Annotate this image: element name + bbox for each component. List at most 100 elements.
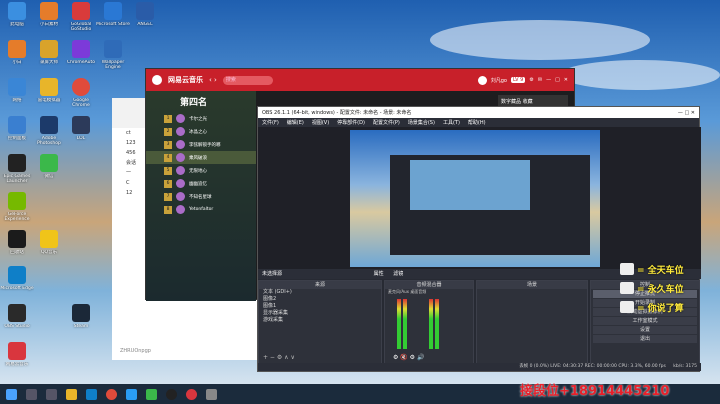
overlay-line: = 你说了算 <box>620 300 720 314</box>
start-icon[interactable] <box>6 388 17 400</box>
avatar <box>176 179 185 188</box>
add-remove-controls[interactable]: + − ⚙ ∧ ∨ <box>263 354 295 361</box>
explorer-icon[interactable] <box>66 388 77 400</box>
obs-status-bar: 丢帧 0 (0.0%) LIVE: 04:30:37 REC: 00:00:00… <box>258 363 701 371</box>
netease-icon[interactable] <box>186 388 197 400</box>
preview-capture <box>350 130 600 267</box>
desktop-icon[interactable]: 微信 <box>32 154 66 184</box>
obs-icon <box>8 304 26 322</box>
filters-button[interactable]: 滤镜 <box>393 271 403 277</box>
rank-row[interactable]: 8 Yetonfaltor <box>146 203 256 216</box>
desktop-icon[interactable]: 网络 <box>0 78 34 108</box>
chat-input[interactable]: ZHRUOnpgp <box>120 348 151 354</box>
epic-games-icon <box>8 154 26 172</box>
window-controls[interactable]: — □ ✕ <box>678 110 699 116</box>
menu-tools[interactable]: 工具(T) <box>443 119 460 126</box>
store-icon <box>104 2 122 20</box>
rank-row[interactable]: 5 无限地心 <box>146 164 256 177</box>
avatar[interactable] <box>477 75 487 85</box>
rank-row[interactable]: 7 不知名星球 <box>146 190 256 203</box>
app-icon <box>104 40 122 58</box>
settings-button[interactable]: 设置 <box>593 326 697 334</box>
desktop-icon[interactable]: 小白 <box>0 40 34 70</box>
menu-view[interactable]: 视图(V) <box>312 119 329 126</box>
desktop-icon[interactable]: 雷电模拟器 <box>32 78 66 108</box>
media-icon[interactable] <box>206 388 217 400</box>
rank-row[interactable]: 2 冰晶之心 <box>146 125 256 138</box>
menu-edit[interactable]: 编辑(E) <box>287 119 304 126</box>
desktop-icon[interactable]: 网易云音乐 <box>0 342 34 372</box>
folder-icon <box>40 230 58 248</box>
source-item[interactable]: 图像2 <box>259 296 381 303</box>
chrome-icon[interactable] <box>106 388 117 400</box>
obs-window[interactable]: OBS 26.1.1 (64-bit, windows) - 配置文件: 未命名… <box>257 106 701 372</box>
rank-row[interactable]: 6 幽幽追忆 <box>146 177 256 190</box>
menu-profile[interactable]: 配置文件(P) <box>373 119 400 126</box>
source-item[interactable]: 图像1 <box>259 303 381 310</box>
task-view-icon[interactable] <box>46 388 57 400</box>
rank-row[interactable]: 4 乘风破浪 <box>146 151 256 164</box>
desktop-icon[interactable]: Adobe Photoshop <box>32 116 66 146</box>
netease-titlebar: 网易云音乐 ‹ › 搜索 刘凡go LV 9 ⚙ ✉ — □ ✕ <box>146 69 574 91</box>
rank-row[interactable]: 1 卡尔之光 <box>146 112 256 125</box>
mail-icon[interactable]: ✉ <box>538 77 542 83</box>
search-input[interactable]: 搜索 <box>222 75 273 85</box>
minimize-icon[interactable]: — <box>546 77 551 83</box>
menu-scene-collection[interactable]: 场景集合(S) <box>408 119 435 126</box>
menu-help[interactable]: 帮助(H) <box>468 119 486 126</box>
status-text: 丢帧 0 (0.0%) LIVE: 04:30:37 REC: 00:00:00… <box>519 364 666 369</box>
desktop-icon[interactable]: OBS Studio <box>0 304 34 334</box>
car-icon <box>620 282 634 294</box>
overlay-line: = 全天车位 <box>620 262 720 276</box>
desktop-icon[interactable]: Steam <box>64 304 98 334</box>
app-icon <box>40 116 58 134</box>
edge-icon[interactable] <box>86 388 97 400</box>
desktop-icon[interactable]: ChromeAuto <box>64 40 98 70</box>
desktop-icon[interactable]: QQ音乐 <box>32 230 66 260</box>
obs-icon[interactable] <box>166 388 177 400</box>
wechat-icon[interactable] <box>146 388 157 400</box>
username[interactable]: 刘凡go <box>491 77 507 84</box>
back-icon[interactable]: ‹ › <box>209 76 217 84</box>
studio-mode-button[interactable]: 工作室模式 <box>593 317 697 325</box>
desktop-icon[interactable]: ANGEL <box>128 2 162 32</box>
desktop-icon[interactable]: Epic Games Launcher <box>0 154 34 184</box>
exit-button[interactable]: 退出 <box>593 335 697 343</box>
gear-icon[interactable]: ⚙ <box>529 77 533 83</box>
qq-icon[interactable] <box>126 388 137 400</box>
desktop-icon[interactable]: Wallpaper Engine <box>96 40 130 70</box>
panel-title: 来源 <box>259 281 381 289</box>
source-item[interactable]: 显示器采集 <box>259 310 381 317</box>
maximize-icon[interactable]: □ <box>555 77 560 83</box>
audio-meter <box>403 299 407 349</box>
mute-icons[interactable]: ⚙ 🔇 ⚙ 🔊 <box>393 354 424 361</box>
wallpaper-cloud <box>430 20 650 60</box>
obs-preview[interactable] <box>258 127 701 269</box>
rank-panel: 第四名 1 卡尔之光 2 冰晶之心 3 李弦解锁手的哪 4 乘风破浪 5 无限地心 6 幽幽… <box>146 91 256 301</box>
menu-docks[interactable]: 停靠部件(D) <box>337 119 365 126</box>
menu-file[interactable]: 文件(F) <box>262 119 279 126</box>
search-icon[interactable] <box>26 388 37 400</box>
desktop-icon[interactable]: 回收站 <box>0 230 34 260</box>
desktop-icon[interactable]: 此电脑 <box>0 2 34 32</box>
source-item[interactable]: 文本 (GDI+) <box>259 289 381 296</box>
desktop-icon[interactable]: GoGlobal GoStudio <box>64 2 98 32</box>
desktop-icon[interactable]: GeForce Experience <box>0 192 34 222</box>
mixer-channel-label: 麦克风/Aux <box>388 289 409 294</box>
rank-row[interactable]: 3 李弦解锁手的哪 <box>146 138 256 151</box>
source-item[interactable]: 游戏采集 <box>259 317 381 324</box>
user-area[interactable]: 刘凡go LV 9 ⚙ ✉ — □ ✕ <box>477 75 568 85</box>
chrome-icon <box>72 78 90 96</box>
desktop-icon[interactable]: 小白素材 <box>32 2 66 32</box>
close-icon[interactable]: ✕ <box>564 77 568 83</box>
app-icon <box>8 40 26 58</box>
app-icon <box>8 230 26 248</box>
desktop-icon[interactable]: 录屏大师 <box>32 40 66 70</box>
overlay-line: = 永久车位 <box>620 281 720 295</box>
desktop-icon[interactable]: Microsoft Store <box>96 2 130 32</box>
properties-button[interactable]: 属性 <box>374 271 384 277</box>
desktop-icon[interactable]: LOL <box>64 116 98 146</box>
desktop-icon[interactable]: 控制面板 <box>0 116 34 146</box>
desktop-icon[interactable]: Microsoft Edge <box>0 266 34 296</box>
desktop-icon[interactable]: Google Chrome <box>64 78 98 108</box>
